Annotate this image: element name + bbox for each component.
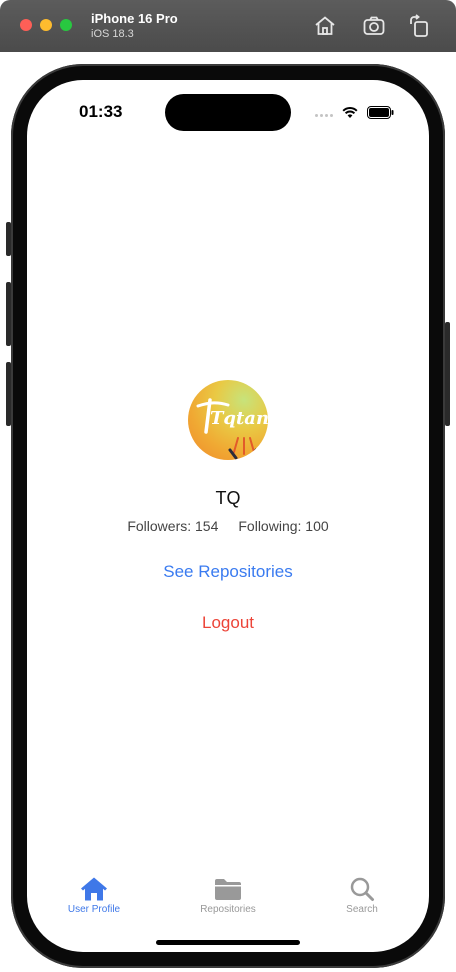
- avatar-logo-text: Tqtan: [210, 408, 268, 429]
- cellular-icon: [315, 114, 333, 117]
- see-repositories-button[interactable]: See Repositories: [27, 562, 429, 582]
- avatar-image: Tqtan: [196, 398, 268, 460]
- tab-search[interactable]: Search: [295, 868, 429, 915]
- power-button: [445, 322, 450, 426]
- rotate-icon[interactable]: [407, 14, 431, 38]
- tab-user-profile-label: User Profile: [67, 904, 121, 915]
- status-time: 01:33: [79, 102, 123, 121]
- simulator-toolbar: iPhone 16 Pro iOS 18.3: [0, 0, 456, 52]
- tab-bar: User Profile Repositories Search: [27, 868, 429, 928]
- screenshot-icon[interactable]: [362, 14, 386, 38]
- avatar: Tqtan: [188, 380, 268, 460]
- minimize-window-button[interactable]: [40, 19, 52, 31]
- device-name: iPhone 16 Pro: [91, 11, 178, 26]
- battery-icon: [367, 106, 394, 119]
- tab-repositories[interactable]: Repositories: [161, 868, 295, 915]
- following-count: Following: 100: [238, 518, 329, 534]
- home-icon[interactable]: [313, 14, 337, 38]
- logout-button[interactable]: Logout: [27, 613, 429, 633]
- folder-icon: [215, 879, 241, 900]
- house-icon: [81, 877, 107, 901]
- follow-stats: Followers: 154 Following: 100: [27, 518, 429, 534]
- os-version: iOS 18.3: [91, 28, 134, 40]
- magnifier-icon: [350, 877, 374, 901]
- tab-repositories-label: Repositories: [200, 904, 256, 915]
- home-indicator[interactable]: [156, 940, 300, 945]
- dynamic-island: [165, 94, 291, 131]
- tab-user-profile[interactable]: User Profile: [27, 868, 161, 915]
- close-window-button[interactable]: [20, 19, 32, 31]
- zoom-window-button[interactable]: [60, 19, 72, 31]
- wifi-icon: [342, 106, 358, 118]
- user-name: TQ: [215, 488, 241, 508]
- tab-search-label: Search: [346, 904, 378, 915]
- followers-count: Followers: 154: [127, 518, 219, 534]
- device-screen: 01:33 Tqtan TQ Followers: 154 Following: …: [27, 80, 429, 952]
